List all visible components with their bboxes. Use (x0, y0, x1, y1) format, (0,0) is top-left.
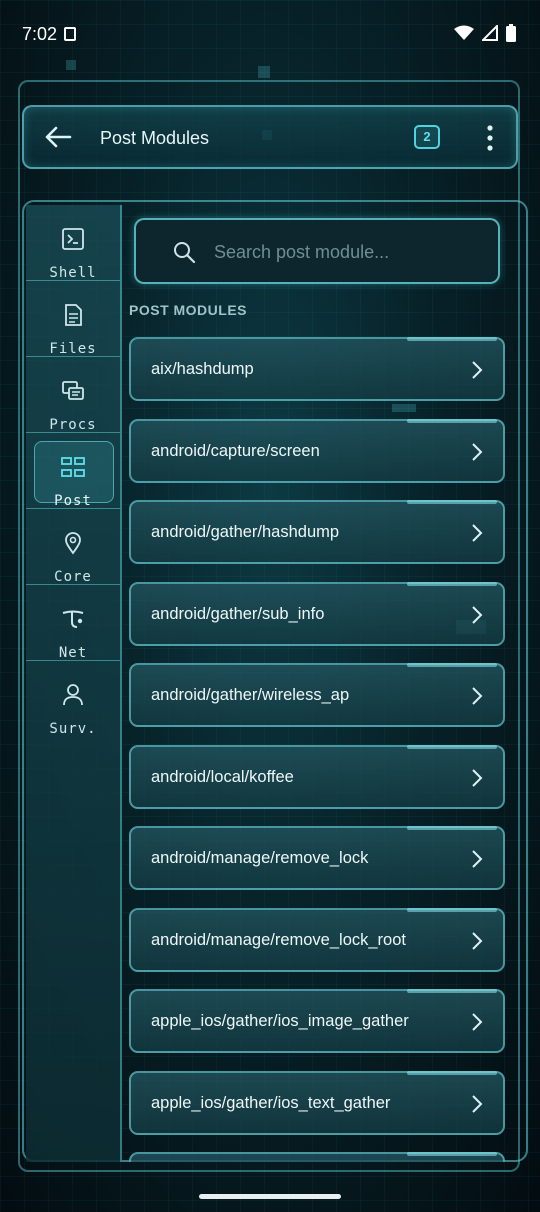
module-item[interactable]: aix/hashdump (129, 337, 505, 401)
sidebar-item-shell[interactable]: Shell (26, 205, 120, 281)
gesture-nav-handle[interactable] (199, 1194, 341, 1199)
sidebar-item-label: Core (54, 569, 92, 585)
module-item[interactable]: android/gather/hashdump (129, 500, 505, 564)
person-icon (63, 684, 83, 706)
module-item[interactable]: android/gather/wireless_ap (129, 663, 505, 727)
sim-card-icon (64, 27, 76, 41)
sidebar-item-label: Files (49, 341, 97, 357)
more-options-icon[interactable] (480, 123, 500, 153)
processes-icon (62, 381, 84, 400)
sidebar-item-label: Procs (49, 417, 97, 433)
signal-icon (482, 25, 498, 41)
search-bar (134, 218, 500, 284)
chevron-right-icon (472, 605, 483, 624)
sidebar-item-files[interactable]: Files (26, 281, 120, 357)
page-title: Post Modules (100, 128, 210, 148)
chevron-right-icon (472, 524, 483, 542)
section-title: POST MODULES (129, 302, 248, 318)
sidebar: Shell Files Procs Post Core Net Surv. (26, 205, 122, 1162)
module-item[interactable]: android/gather/sub_info (129, 581, 505, 646)
terminal-icon (62, 228, 84, 250)
module-name: android/local/koffee (151, 767, 294, 786)
module-list: aix/hashdump android/capture/screen andr… (129, 337, 505, 1162)
sidebar-item-surv[interactable]: Surv. (26, 661, 120, 737)
app-header: Post Modules 2 (22, 105, 518, 169)
sidebar-item-core[interactable]: Core (26, 509, 120, 585)
sidebar-item-label: Surv. (49, 721, 97, 737)
status-bar: 7:02 (0, 0, 540, 72)
chevron-right-icon (472, 1094, 483, 1113)
session-count-badge[interactable]: 2 (414, 125, 440, 149)
module-item[interactable]: android/manage/remove_lock_root (129, 907, 505, 972)
chevron-right-icon (472, 687, 483, 705)
wifi-icon (454, 25, 474, 40)
chevron-right-icon (472, 768, 483, 787)
module-name: android/capture/screen (151, 441, 320, 460)
sidebar-item-net[interactable]: Net (26, 585, 120, 661)
chevron-right-icon (472, 850, 483, 868)
battery-icon (506, 24, 516, 42)
module-item[interactable]: android/capture/screen (129, 418, 505, 483)
chevron-right-icon (472, 931, 483, 950)
module-name: aix/hashdump (151, 360, 254, 378)
back-arrow-icon[interactable] (42, 123, 74, 151)
file-icon (65, 304, 82, 326)
module-item[interactable]: apple_ios/gather/ios_text_gather (129, 1070, 505, 1135)
sidebar-item-label: Net (58, 645, 88, 661)
search-icon (174, 242, 196, 264)
chevron-right-icon (472, 1013, 483, 1031)
module-name: apple_ios/gather/ios_text_gather (151, 1093, 391, 1112)
chevron-right-icon (472, 361, 483, 379)
grid-modules-icon (61, 457, 85, 477)
module-name: apple_ios/gather/ios_image_gather (151, 1012, 409, 1030)
sidebar-item-post[interactable]: Post (26, 433, 120, 509)
module-item-partial[interactable] (129, 1152, 505, 1162)
sidebar-item-label: Post (54, 493, 92, 509)
module-name: android/gather/hashdump (151, 523, 340, 541)
module-name: android/manage/remove_lock (151, 849, 369, 867)
status-time: 7:02 (22, 24, 58, 44)
status-icons (454, 24, 516, 42)
module-name: android/gather/wireless_ap (151, 686, 350, 704)
location-pin-icon (65, 532, 81, 555)
module-item[interactable]: apple_ios/gather/ios_image_gather (129, 989, 505, 1053)
sidebar-item-label: Shell (49, 265, 97, 281)
module-name: android/gather/sub_info (151, 604, 325, 623)
chevron-right-icon (472, 442, 483, 461)
module-name: android/manage/remove_lock_root (151, 930, 406, 949)
search-input[interactable] (212, 234, 486, 270)
module-item[interactable]: android/local/koffee (129, 744, 505, 809)
module-item[interactable]: android/manage/remove_lock (129, 826, 505, 890)
sidebar-item-procs[interactable]: Procs (26, 357, 120, 433)
network-icon (62, 610, 84, 628)
